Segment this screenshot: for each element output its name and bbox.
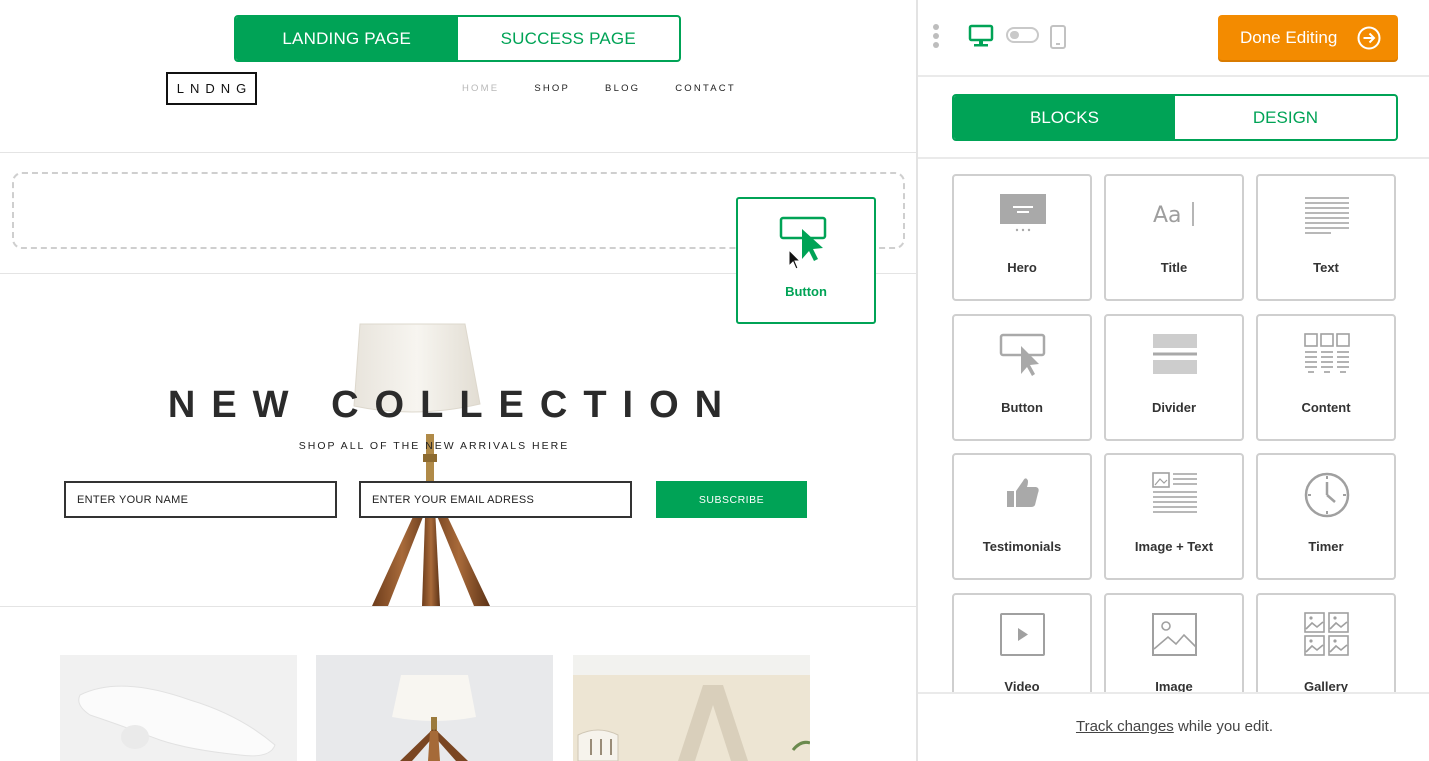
product-lamp-image[interactable] [316, 655, 553, 761]
block-testimonials[interactable]: Testimonials [952, 453, 1092, 580]
text-icon [1305, 197, 1349, 234]
panel-footer: Track changes while you edit. [918, 692, 1429, 761]
block-text[interactable]: Text [1256, 174, 1396, 301]
gallery-icon [1304, 612, 1349, 656]
arrow-right-circle-icon [1357, 26, 1381, 50]
name-field[interactable] [64, 481, 337, 518]
svg-text:Aa: Aa [1153, 203, 1182, 228]
block-label: Video [1004, 679, 1040, 692]
page-switcher: LANDING PAGE SUCCESS PAGE [234, 15, 681, 62]
tab-blocks[interactable]: BLOCKS [954, 96, 1175, 139]
button-icon [779, 216, 827, 261]
desktop-view-icon[interactable] [968, 24, 994, 48]
tab-success-page[interactable]: SUCCESS PAGE [458, 17, 680, 60]
block-image[interactable]: Image [1104, 593, 1244, 692]
block-button[interactable]: Button [952, 314, 1092, 441]
divider-icon [1153, 334, 1197, 374]
thumbs-up-icon [1007, 478, 1039, 507]
done-editing-button[interactable]: Done Editing [1218, 15, 1398, 60]
button-icon [999, 333, 1046, 376]
blocks-grid: Hero Aa Title Text Button Divider Conten… [918, 159, 1429, 692]
block-label: Timer [1308, 539, 1344, 554]
block-hero[interactable]: Hero [952, 174, 1092, 301]
dragging-block-label: Button [785, 284, 827, 299]
mouse-cursor-icon [788, 249, 802, 270]
toggle-knob [1010, 31, 1019, 39]
site-nav: HOME SHOP BLOG CONTACT [462, 83, 771, 94]
product-grid [0, 655, 916, 761]
nav-blog[interactable]: BLOG [605, 83, 640, 94]
done-editing-label: Done Editing [1240, 27, 1338, 47]
tablet-view-icon[interactable] [1049, 24, 1067, 50]
hero-subtitle: SHOP ALL OF THE NEW ARRIVALS HERE [298, 440, 570, 452]
block-label: Divider [1151, 400, 1197, 415]
track-changes-text: Track changes while you edit. [918, 718, 1429, 735]
product-decor-image[interactable] [573, 655, 810, 761]
app-root: LANDING PAGE SUCCESS PAGE LNDNG HOME SHO… [0, 0, 1429, 761]
tab-design[interactable]: DESIGN [1175, 96, 1396, 139]
block-label: Content [1301, 400, 1351, 415]
email-field[interactable] [359, 481, 632, 518]
editor-topbar: Done Editing [918, 0, 1429, 77]
page-canvas: LANDING PAGE SUCCESS PAGE LNDNG HOME SHO… [0, 0, 916, 761]
device-toggle[interactable] [1006, 27, 1039, 43]
content-icon [1304, 333, 1350, 373]
hero-bottom-divider [0, 606, 916, 607]
block-label: Title [1160, 260, 1188, 275]
tab-landing-page[interactable]: LANDING PAGE [236, 17, 458, 60]
dragging-button-block[interactable]: Button [736, 197, 876, 324]
block-label: Gallery [1303, 679, 1349, 692]
block-label: Text [1313, 260, 1339, 275]
block-content[interactable]: Content [1256, 314, 1396, 441]
site-logo[interactable]: LNDNG [166, 72, 257, 105]
block-label: Button [1001, 400, 1043, 415]
block-gallery[interactable]: Gallery [1256, 593, 1396, 692]
hero-title: NEW COLLECTION [167, 384, 739, 426]
block-divider[interactable]: Divider [1104, 314, 1244, 441]
block-video[interactable]: Video [952, 593, 1092, 692]
nav-shop[interactable]: SHOP [534, 83, 570, 94]
block-timer[interactable]: Timer [1256, 453, 1396, 580]
subscribe-button[interactable]: SUBSCRIBE [656, 481, 807, 518]
panel-tabs: BLOCKS DESIGN [952, 94, 1398, 141]
block-label: Hero [1007, 260, 1037, 275]
block-label: Image + Text [1134, 539, 1214, 554]
image-text-icon [1152, 472, 1197, 513]
block-label: Testimonials [982, 539, 1062, 554]
clock-icon [1304, 472, 1350, 518]
hero-icon [1000, 194, 1046, 232]
block-image-text[interactable]: Image + Text [1104, 453, 1244, 580]
track-changes-link[interactable]: Track changes [1076, 718, 1174, 735]
nav-home[interactable]: HOME [462, 83, 499, 94]
nav-contact[interactable]: CONTACT [675, 83, 736, 94]
title-icon: Aa [1153, 202, 1194, 228]
header-divider [0, 152, 916, 153]
image-icon [1152, 613, 1197, 656]
more-options-icon[interactable] [932, 23, 940, 49]
track-changes-suffix: while you edit. [1173, 718, 1274, 735]
video-icon [1000, 613, 1045, 656]
editor-panel: Done Editing BLOCKS DESIGN Hero Aa Title… [916, 0, 1429, 761]
product-chair-image[interactable] [60, 655, 297, 761]
block-label: Image [1155, 679, 1193, 692]
block-title[interactable]: Aa Title [1104, 174, 1244, 301]
